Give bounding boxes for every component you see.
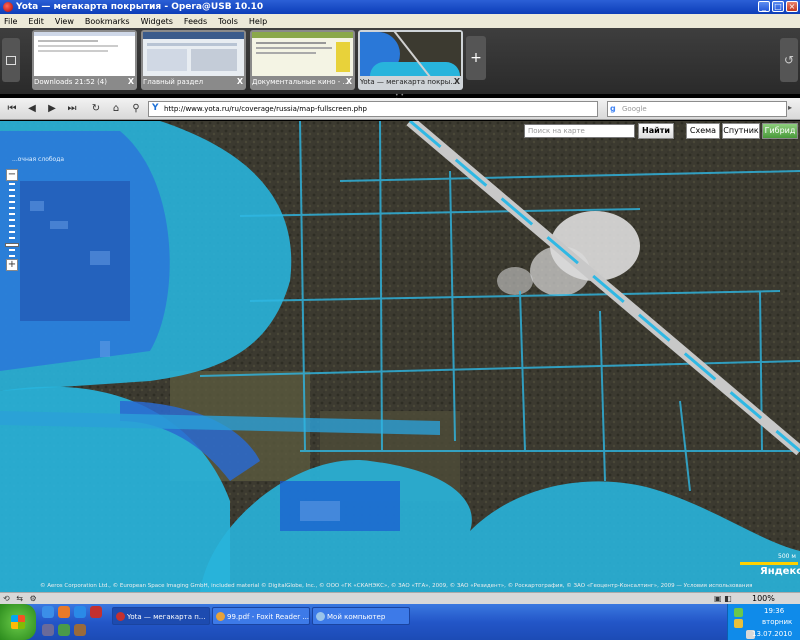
rewind-icon[interactable]: ⏮	[4, 101, 20, 117]
map-copyright: © Aeros Corporation Ltd., © European Spa…	[40, 583, 753, 589]
quicklaunch-desktop-icon[interactable]	[42, 606, 54, 618]
tab-thumbnail	[252, 32, 353, 76]
quicklaunch-app-icon[interactable]	[42, 624, 54, 636]
map-scale-bar	[740, 562, 798, 565]
status-bar: ⟲ ⇆ ⚙ ▣ ◧ 100%	[0, 592, 800, 604]
taskbar-item-foxit[interactable]: 99.pdf - Foxit Reader ...	[212, 607, 310, 625]
new-tab-button[interactable]: +	[466, 36, 486, 80]
window-titlebar[interactable]: Yota — мегакарта покрытия - Opera@USB 10…	[0, 0, 800, 14]
map-type-scheme-button[interactable]: Схема	[686, 123, 720, 139]
tab-close-button[interactable]: X	[346, 76, 352, 88]
clock-day: вторник	[762, 618, 793, 626]
pdf-icon	[216, 612, 225, 621]
address-field[interactable]: Y http://www.yota.ru/ru/coverage/russia/…	[148, 101, 744, 117]
map-zoom-control: − +	[5, 169, 19, 271]
map-find-button[interactable]: Найти	[638, 123, 674, 139]
map-type-satellite-button[interactable]: Спутник	[722, 123, 760, 139]
fast-forward-icon[interactable]: ⏭	[64, 101, 80, 117]
tab-thumbnail	[143, 32, 244, 76]
reload-icon[interactable]: ↻	[88, 101, 104, 117]
menu-file[interactable]: File	[4, 17, 17, 26]
tab-label: Downloads 21:52 (4)	[34, 78, 107, 86]
quicklaunch-app-icon[interactable]	[58, 624, 70, 636]
taskbar: Yota — мегакарта п... 99.pdf - Foxit Rea…	[0, 604, 800, 640]
window-title: Yota — мегакарта покрытия - Opera@USB 10…	[16, 2, 264, 12]
clock-date: 13.07.2010	[752, 630, 793, 638]
tab-label: Документальные кино - ...	[252, 78, 350, 86]
tray-network-icon[interactable]	[734, 619, 743, 628]
menu-widgets[interactable]: Widgets	[141, 17, 173, 26]
quicklaunch-app-icon[interactable]	[74, 624, 86, 636]
map-search-input[interactable]: Поиск на карте	[524, 124, 635, 138]
tab-downloads[interactable]: Downloads 21:52 (4) X	[32, 30, 137, 90]
map-type-hybrid-button[interactable]: Гибрид	[762, 123, 798, 139]
tab-strip: Downloads 21:52 (4) X Главный раздел X Док…	[0, 28, 800, 94]
window-controls: _ □ ×	[758, 1, 798, 12]
place-label: ...очная слобода	[12, 156, 65, 163]
tab-close-button[interactable]: X	[454, 76, 460, 88]
coverage-map[interactable]: ...очная слобода Поиск на карте Найти Сх…	[0, 121, 800, 592]
taskbar-item-label: Yota — мегакарта п...	[127, 613, 206, 621]
taskbar-item-label: Мой компьютер	[327, 613, 386, 621]
panel-toggle-button[interactable]	[2, 38, 20, 82]
search-placeholder: Google	[622, 105, 647, 113]
tab-label: Yota — мегакарта покры...	[360, 78, 457, 86]
address-text: http://www.yota.ru/ru/coverage/russia/ma…	[164, 105, 367, 113]
opera-icon	[3, 2, 13, 12]
home-icon[interactable]: ⌂	[108, 101, 124, 117]
map-canvas[interactable]	[0, 121, 800, 592]
map-scale-label: 500 м	[778, 553, 796, 560]
search-field[interactable]: g Google	[607, 101, 787, 117]
zoom-out-button[interactable]: −	[6, 169, 18, 181]
close-button[interactable]: ×	[786, 1, 798, 12]
view-icons[interactable]: ▣ ◧	[714, 594, 732, 603]
tab-close-button[interactable]: X	[128, 76, 134, 88]
trash-can-icon[interactable]: ↺	[780, 38, 798, 82]
tab-thumbnail	[34, 32, 135, 76]
opera-icon	[116, 612, 125, 621]
tab-yota-map[interactable]: Yota — мегакарта покры... X	[358, 30, 463, 90]
navigation-bar: ⏮ ◀ ▶ ⏭ ↻ ⌂ ⚲ Y http://www.yota.ru/ru/co…	[0, 98, 800, 120]
menu-feeds[interactable]: Feeds	[184, 17, 207, 26]
yandex-logo[interactable]: Яндекс	[760, 566, 800, 577]
menu-view[interactable]: View	[55, 17, 74, 26]
tab-thumbnail	[360, 32, 461, 76]
tab-main-section[interactable]: Главный раздел X	[141, 30, 246, 90]
quicklaunch-ie-icon[interactable]	[74, 606, 86, 618]
clock-time[interactable]: 19:36	[764, 607, 784, 615]
taskbar-item-opera[interactable]: Yota — мегакарта п...	[112, 607, 210, 625]
menu-edit[interactable]: Edit	[28, 17, 44, 26]
tab-documentary[interactable]: Документальные кино - ... X	[250, 30, 355, 90]
tab-close-button[interactable]: X	[237, 76, 243, 88]
status-icons[interactable]: ⟲ ⇆ ⚙	[3, 594, 39, 603]
quicklaunch-opera-icon[interactable]	[90, 606, 102, 618]
forward-icon[interactable]: ▶	[44, 101, 60, 117]
system-tray: 19:36 вторник 13.07.2010	[727, 604, 800, 640]
site-favicon: Y	[152, 103, 159, 113]
zoom-level[interactable]: 100%	[752, 594, 775, 603]
minimize-button[interactable]: _	[758, 1, 770, 12]
zoom-in-button[interactable]: +	[6, 259, 18, 271]
computer-icon	[316, 612, 325, 621]
start-button[interactable]	[0, 604, 36, 640]
tray-app-icon[interactable]	[734, 608, 743, 617]
search-go-icon[interactable]: ▸	[788, 103, 798, 115]
taskbar-item-label: 99.pdf - Foxit Reader ...	[227, 613, 310, 621]
maximize-button[interactable]: □	[772, 1, 784, 12]
taskbar-item-my-computer[interactable]: Мой компьютер	[312, 607, 410, 625]
zoom-slider-handle[interactable]	[5, 243, 19, 247]
google-icon: g	[610, 104, 616, 113]
wand-icon[interactable]: ⚲	[128, 101, 144, 117]
quicklaunch-firefox-icon[interactable]	[58, 606, 70, 618]
back-icon[interactable]: ◀	[24, 101, 40, 117]
menu-help[interactable]: Help	[249, 17, 267, 26]
menu-bookmarks[interactable]: Bookmarks	[85, 17, 130, 26]
menu-bar: File Edit View Bookmarks Widgets Feeds T…	[0, 14, 800, 28]
menu-tools[interactable]: Tools	[218, 17, 238, 26]
tab-label: Главный раздел	[143, 78, 204, 86]
